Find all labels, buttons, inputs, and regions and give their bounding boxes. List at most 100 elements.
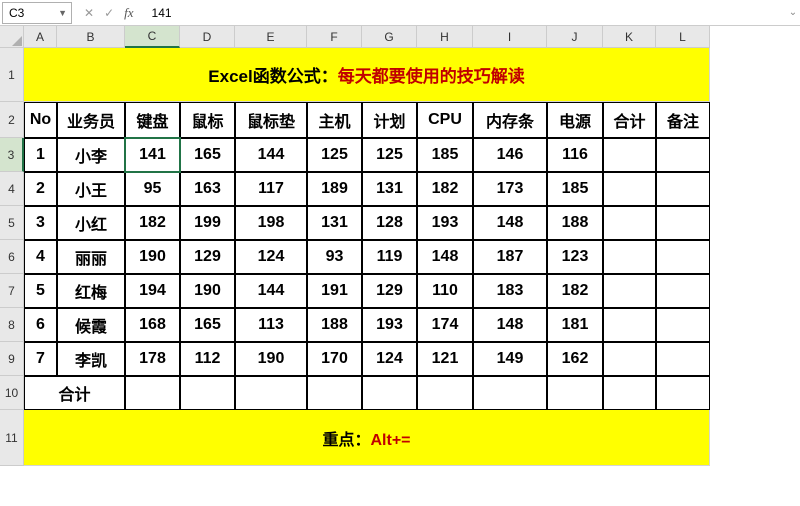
cell-name-6[interactable]: 候霞 bbox=[57, 308, 125, 342]
cell-K10[interactable] bbox=[603, 376, 656, 410]
col-header-E[interactable]: E bbox=[235, 26, 307, 48]
col-header-C[interactable]: C bbox=[125, 26, 180, 48]
col-header-K[interactable]: K bbox=[603, 26, 656, 48]
cell-L9[interactable] bbox=[656, 342, 710, 376]
cell-E9[interactable]: 190 bbox=[235, 342, 307, 376]
cell-D8[interactable]: 165 bbox=[180, 308, 235, 342]
col-header-L[interactable]: L bbox=[656, 26, 710, 48]
cell-F6[interactable]: 93 bbox=[307, 240, 362, 274]
cell-name-4[interactable]: 丽丽 bbox=[57, 240, 125, 274]
row-header-8[interactable]: 8 bbox=[0, 308, 24, 342]
header-cell-L[interactable]: 备注 bbox=[656, 102, 710, 138]
header-cell-A[interactable]: No bbox=[24, 102, 57, 138]
row-header-5[interactable]: 5 bbox=[0, 206, 24, 240]
cell-J3[interactable]: 116 bbox=[547, 138, 603, 172]
cell-C9[interactable]: 178 bbox=[125, 342, 180, 376]
header-cell-I[interactable]: 内存条 bbox=[473, 102, 547, 138]
cell-L8[interactable] bbox=[656, 308, 710, 342]
cell-G5[interactable]: 128 bbox=[362, 206, 417, 240]
cell-K9[interactable] bbox=[603, 342, 656, 376]
check-icon[interactable]: ✓ bbox=[104, 6, 114, 20]
row-header-4[interactable]: 4 bbox=[0, 172, 24, 206]
cell-L3[interactable] bbox=[656, 138, 710, 172]
cell-no-2[interactable]: 2 bbox=[24, 172, 57, 206]
cell-E5[interactable]: 198 bbox=[235, 206, 307, 240]
col-header-B[interactable]: B bbox=[57, 26, 125, 48]
cell-H10[interactable] bbox=[417, 376, 473, 410]
cell-G8[interactable]: 193 bbox=[362, 308, 417, 342]
cell-H5[interactable]: 193 bbox=[417, 206, 473, 240]
header-cell-J[interactable]: 电源 bbox=[547, 102, 603, 138]
header-cell-H[interactable]: CPU bbox=[417, 102, 473, 138]
header-cell-D[interactable]: 鼠标 bbox=[180, 102, 235, 138]
cell-name-2[interactable]: 小王 bbox=[57, 172, 125, 206]
cell-I10[interactable] bbox=[473, 376, 547, 410]
header-cell-C[interactable]: 键盘 bbox=[125, 102, 180, 138]
cell-no-4[interactable]: 4 bbox=[24, 240, 57, 274]
cell-K7[interactable] bbox=[603, 274, 656, 308]
cell-C7[interactable]: 194 bbox=[125, 274, 180, 308]
chevron-down-icon[interactable]: ▼ bbox=[58, 8, 67, 18]
cell-D4[interactable]: 163 bbox=[180, 172, 235, 206]
cell-D5[interactable]: 199 bbox=[180, 206, 235, 240]
cell-D9[interactable]: 112 bbox=[180, 342, 235, 376]
cell-C8[interactable]: 168 bbox=[125, 308, 180, 342]
cell-F5[interactable]: 131 bbox=[307, 206, 362, 240]
cell-J4[interactable]: 185 bbox=[547, 172, 603, 206]
cell-E6[interactable]: 124 bbox=[235, 240, 307, 274]
col-header-J[interactable]: J bbox=[547, 26, 603, 48]
cell-E8[interactable]: 113 bbox=[235, 308, 307, 342]
cell-F8[interactable]: 188 bbox=[307, 308, 362, 342]
total-label-cell[interactable]: 合计 bbox=[24, 376, 125, 410]
col-header-F[interactable]: F bbox=[307, 26, 362, 48]
cell-no-1[interactable]: 1 bbox=[24, 138, 57, 172]
col-header-D[interactable]: D bbox=[180, 26, 235, 48]
cell-I7[interactable]: 183 bbox=[473, 274, 547, 308]
cell-E7[interactable]: 144 bbox=[235, 274, 307, 308]
cell-K8[interactable] bbox=[603, 308, 656, 342]
cell-J7[interactable]: 182 bbox=[547, 274, 603, 308]
row-header-6[interactable]: 6 bbox=[0, 240, 24, 274]
cell-J5[interactable]: 188 bbox=[547, 206, 603, 240]
cell-no-7[interactable]: 7 bbox=[24, 342, 57, 376]
cell-K4[interactable] bbox=[603, 172, 656, 206]
cell-L7[interactable] bbox=[656, 274, 710, 308]
col-header-H[interactable]: H bbox=[417, 26, 473, 48]
header-cell-B[interactable]: 业务员 bbox=[57, 102, 125, 138]
cell-G7[interactable]: 129 bbox=[362, 274, 417, 308]
cell-K3[interactable] bbox=[603, 138, 656, 172]
cell-I3[interactable]: 146 bbox=[473, 138, 547, 172]
cell-D3[interactable]: 165 bbox=[180, 138, 235, 172]
cell-C4[interactable]: 95 bbox=[125, 172, 180, 206]
cell-name-3[interactable]: 小红 bbox=[57, 206, 125, 240]
col-header-A[interactable]: A bbox=[24, 26, 57, 48]
fx-icon[interactable]: fx bbox=[124, 5, 133, 21]
cell-F7[interactable]: 191 bbox=[307, 274, 362, 308]
cell-J9[interactable]: 162 bbox=[547, 342, 603, 376]
cell-G3[interactable]: 125 bbox=[362, 138, 417, 172]
cell-J8[interactable]: 181 bbox=[547, 308, 603, 342]
cell-I5[interactable]: 148 bbox=[473, 206, 547, 240]
expand-formula-bar-icon[interactable]: ⌄ bbox=[786, 7, 800, 18]
cell-I4[interactable]: 173 bbox=[473, 172, 547, 206]
cell-H6[interactable]: 148 bbox=[417, 240, 473, 274]
row-header-9[interactable]: 9 bbox=[0, 342, 24, 376]
cell-no-5[interactable]: 5 bbox=[24, 274, 57, 308]
cell-G4[interactable]: 131 bbox=[362, 172, 417, 206]
cell-C5[interactable]: 182 bbox=[125, 206, 180, 240]
cell-I6[interactable]: 187 bbox=[473, 240, 547, 274]
cell-G6[interactable]: 119 bbox=[362, 240, 417, 274]
cell-E10[interactable] bbox=[235, 376, 307, 410]
cell-name-7[interactable]: 李凯 bbox=[57, 342, 125, 376]
cell-L10[interactable] bbox=[656, 376, 710, 410]
cell-H8[interactable]: 174 bbox=[417, 308, 473, 342]
cell-H4[interactable]: 182 bbox=[417, 172, 473, 206]
cell-G10[interactable] bbox=[362, 376, 417, 410]
formula-input[interactable]: 141 bbox=[146, 2, 786, 24]
header-cell-F[interactable]: 主机 bbox=[307, 102, 362, 138]
cell-C6[interactable]: 190 bbox=[125, 240, 180, 274]
cell-no-6[interactable]: 6 bbox=[24, 308, 57, 342]
cell-L6[interactable] bbox=[656, 240, 710, 274]
cell-F9[interactable]: 170 bbox=[307, 342, 362, 376]
row-header-10[interactable]: 10 bbox=[0, 376, 24, 410]
